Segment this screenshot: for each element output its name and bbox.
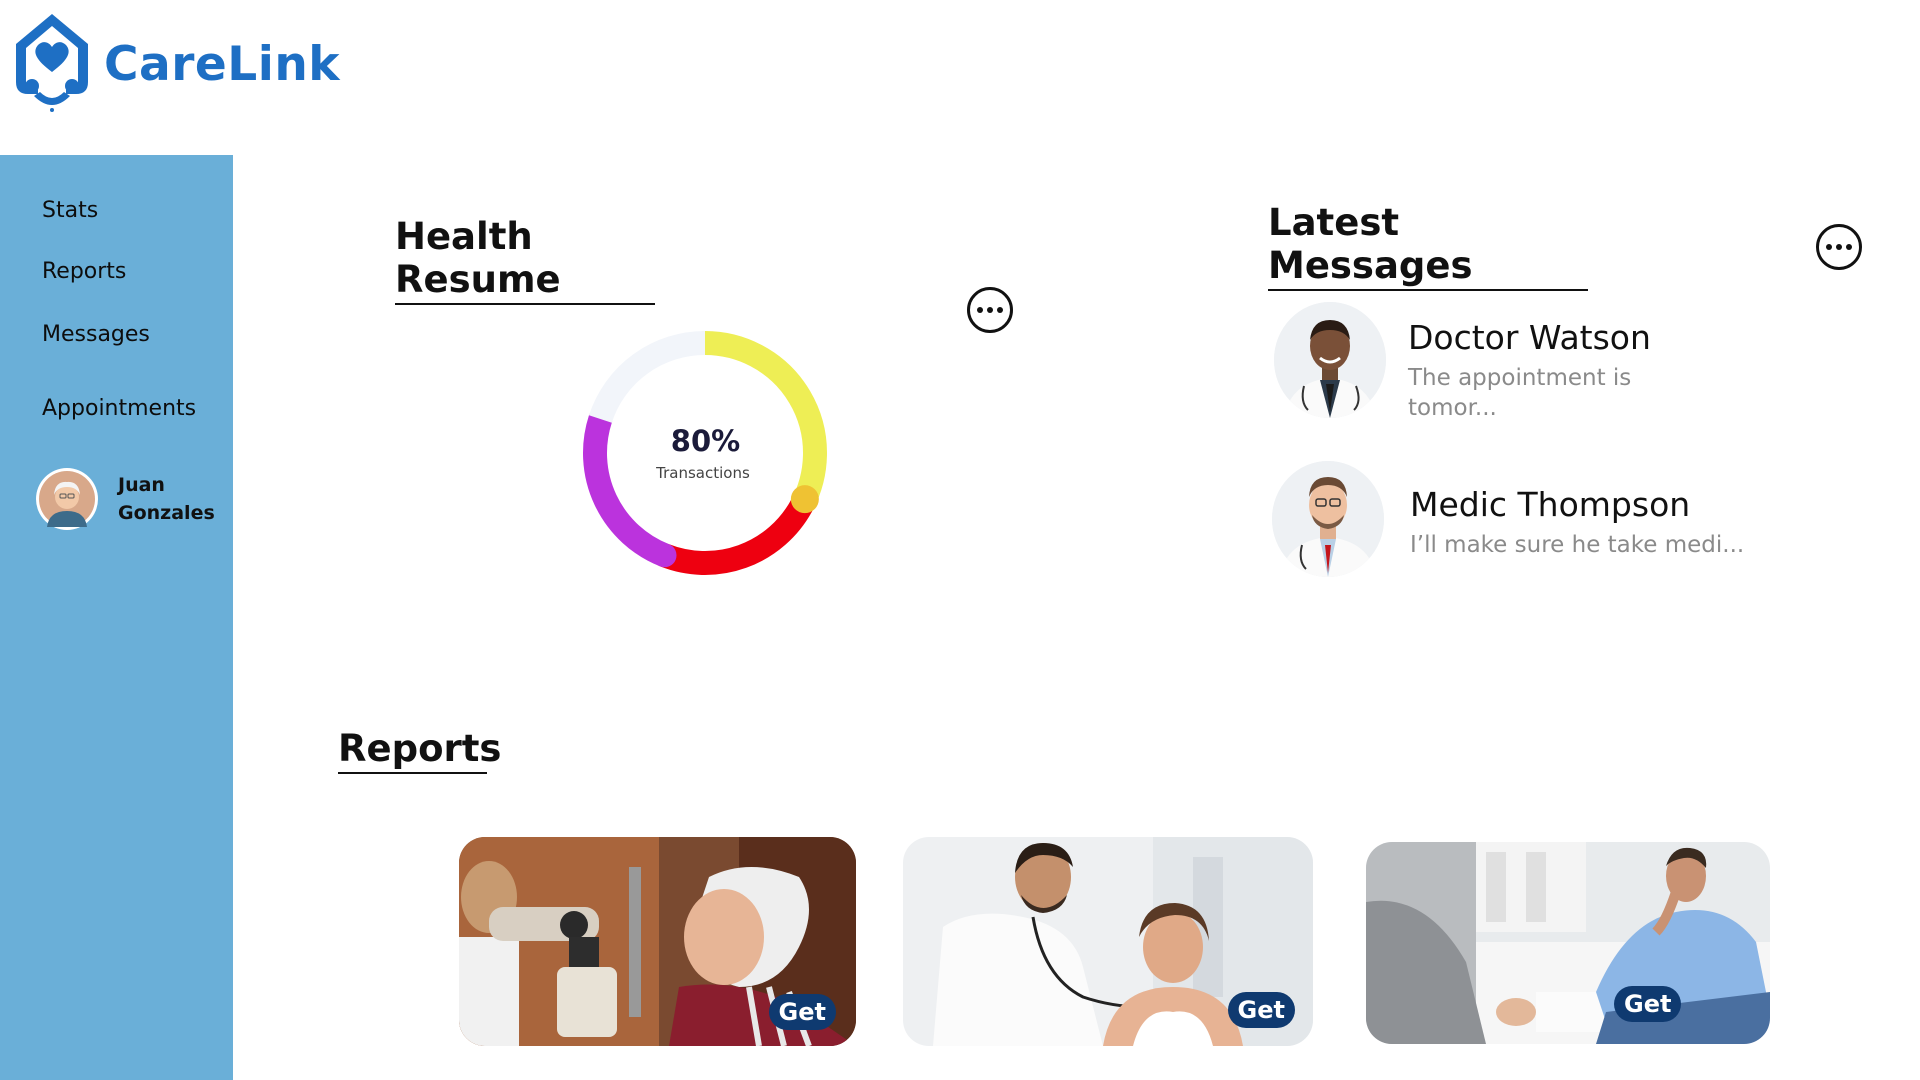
message-body: Medic Thompson I’ll make sure he take me… [1410, 485, 1744, 577]
message-preview: I’ll make sure he take medi... [1410, 532, 1745, 558]
health-donut-chart: 80% Transactions [570, 318, 840, 588]
dot [1826, 244, 1832, 250]
dot [987, 307, 993, 313]
carelink-logo-icon [16, 14, 88, 112]
user-first-name: Juan [118, 474, 165, 496]
get-report-button[interactable]: Get [1227, 992, 1295, 1028]
report-card[interactable]: Get [459, 837, 856, 1046]
carelink-logo[interactable]: CareLink [12, 10, 340, 114]
user-avatar [36, 468, 98, 530]
app-name: CareLink [104, 36, 341, 92]
consultation-image [1366, 842, 1770, 1044]
user-last-name: Gonzales [118, 502, 215, 524]
report-card[interactable]: Get [903, 837, 1313, 1046]
dot [977, 307, 983, 313]
doctor-avatar [1272, 461, 1384, 577]
user-name: Juan Gonzales [118, 471, 215, 527]
sidebar-item-appointments[interactable]: Appointments [42, 396, 196, 421]
dot [1846, 244, 1852, 250]
message-item[interactable]: Medic Thompson I’ll make sure he take me… [1272, 461, 1744, 577]
doctor-avatar [1274, 302, 1386, 418]
dot [997, 307, 1003, 313]
messages-more-icon[interactable] [1816, 224, 1862, 270]
sidebar-item-reports[interactable]: Reports [42, 259, 126, 284]
sidebar: Stats Reports Messages Appointments Juan… [0, 155, 233, 1080]
donut-center: 80% Transactions [570, 318, 840, 588]
message-preview: The appointment is tomor... [1408, 365, 1632, 421]
health-resume-more-icon[interactable] [967, 287, 1013, 333]
donut-value: 80% [670, 424, 741, 458]
message-sender: Doctor Watson [1408, 318, 1651, 357]
dot [1836, 244, 1842, 250]
donut-label: Transactions [656, 464, 750, 482]
sidebar-item-stats[interactable]: Stats [42, 198, 98, 223]
message-body: Doctor Watson The appointment is tomor..… [1408, 318, 1658, 423]
reports-title: Reports [338, 727, 501, 774]
sidebar-item-messages[interactable]: Messages [42, 322, 150, 347]
health-resume-title: Health Resume [395, 215, 655, 305]
get-report-button[interactable]: Get [768, 994, 836, 1030]
latest-messages-title: Latest Messages [1268, 201, 1588, 291]
get-report-button[interactable]: Get [1614, 986, 1682, 1022]
message-item[interactable]: Doctor Watson The appointment is tomor..… [1274, 302, 1658, 423]
message-sender: Medic Thompson [1410, 485, 1691, 524]
report-card[interactable]: Get [1366, 842, 1770, 1044]
user-profile[interactable]: Juan Gonzales [36, 468, 215, 530]
